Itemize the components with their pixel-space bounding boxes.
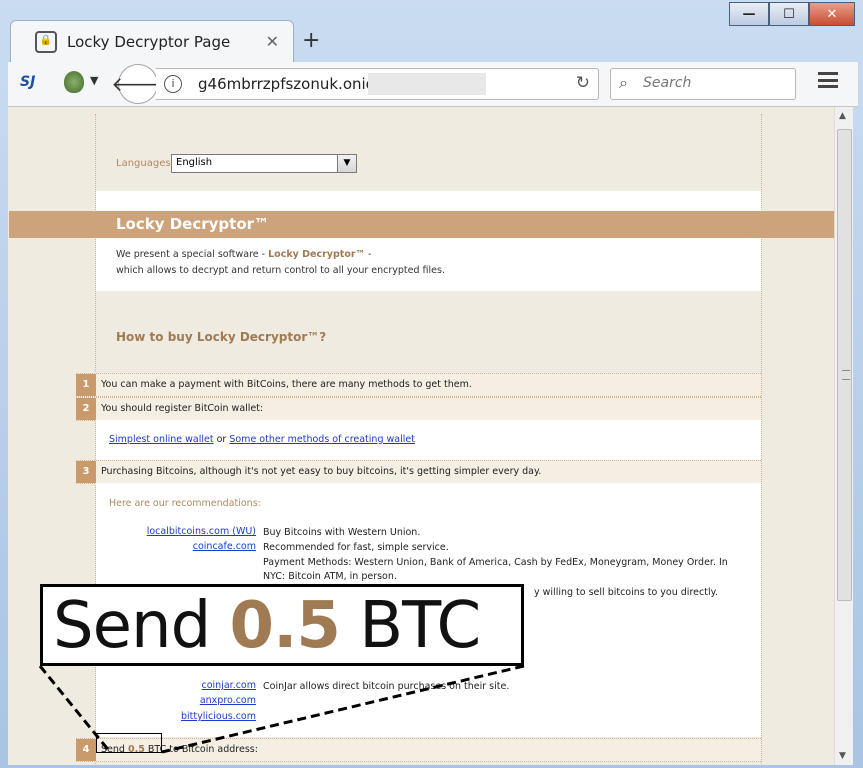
callout-text: Send 0.5 BTC [53,589,481,663]
callout-send: Send [53,589,211,663]
callout-source-box [96,733,162,753]
callout-currency: BTC [359,589,481,663]
callout-amount: 0.5 [229,589,341,663]
zoom-callout: Send 0.5 BTC [40,584,524,666]
